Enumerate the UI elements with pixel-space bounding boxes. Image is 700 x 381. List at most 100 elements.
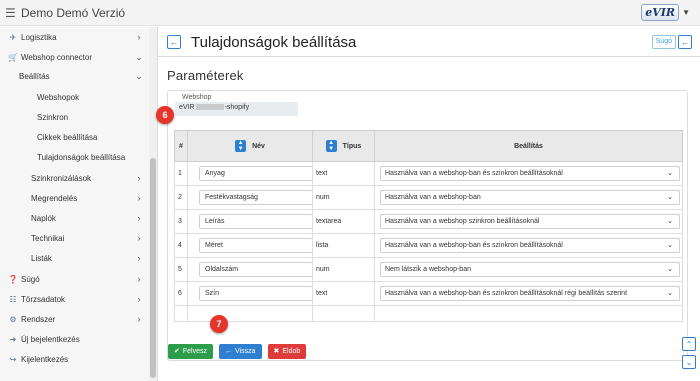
cart-icon: 🛒 xyxy=(8,52,18,62)
column-header-type[interactable]: ▲ ▼ Típus xyxy=(312,130,375,162)
sidebar-item-label: Naplók xyxy=(31,213,56,223)
sidebar-item-label: Cikkek beállítása xyxy=(37,132,98,142)
name-cell: Festékvastagság xyxy=(187,185,313,210)
name-input[interactable]: Szín xyxy=(199,286,313,301)
sidebar-item-rendszer[interactable]: ⚙ Rendszer › xyxy=(0,310,148,328)
sidebar-item-szinkron[interactable]: Szinkron xyxy=(0,108,148,126)
name-input[interactable]: Méret xyxy=(199,238,313,253)
database-icon: ☷ xyxy=(9,294,17,304)
scroll-up-button[interactable]: ⌃ xyxy=(682,337,696,351)
sidebar-item-label: Törzsadatok xyxy=(21,294,66,304)
column-header-setting: Beállítás xyxy=(374,130,683,162)
sidebar-item-label: Új bejelentkezés xyxy=(21,334,80,344)
back-button[interactable]: ← Vissza xyxy=(219,344,262,359)
sidebar-item-megrendeles[interactable]: Megrendelés › xyxy=(0,189,148,207)
sidebar-item-listak[interactable]: Listák › xyxy=(0,249,148,267)
page-title: Tulajdonságok beállítása xyxy=(191,34,357,51)
column-header-type-label: Típus xyxy=(342,142,362,150)
brand-menu[interactable]: eVIR ▼ xyxy=(641,4,690,21)
help-button[interactable]: Súgó xyxy=(651,35,676,49)
chevron-right-icon: › xyxy=(137,213,141,223)
sort-icon[interactable]: ▲ ▼ xyxy=(235,140,247,152)
webshop-value-suffix: -shopify xyxy=(224,104,250,111)
sidebar-item-cikkek-beallitasa[interactable]: Cikkek beállítása xyxy=(0,128,148,146)
sidebar-scroll-thumb[interactable] xyxy=(150,158,156,378)
setting-select-value: Használva van a webshop-ban és szinkron … xyxy=(385,290,628,297)
table-row: 2 Festékvastagság num Használva van a we… xyxy=(174,185,683,210)
row-index: 2 xyxy=(174,185,188,210)
sidebar-item-technikai[interactable]: Technikai › xyxy=(0,229,148,247)
setting-select[interactable]: Használva van a webshop-ban és szinkron … xyxy=(380,238,680,253)
save-button[interactable]: ✔ Felvesz xyxy=(168,344,213,359)
top-bar: ☰ Demo Demó Verzió eVIR ▼ xyxy=(0,0,700,26)
setting-select[interactable]: Nem látszik a webshop-ban ⌄ xyxy=(380,262,680,277)
name-cell: Szín xyxy=(187,281,313,306)
sidebar-item-label: Logisztika xyxy=(21,32,57,42)
row-index: 1 xyxy=(174,161,188,186)
sidebar-item-webshop-connector[interactable]: 🛒 Webshop connector ⌄ xyxy=(0,48,148,66)
chevron-right-icon: › xyxy=(137,294,141,304)
column-header-index: # xyxy=(174,130,188,162)
column-header-name[interactable]: ▲ ▼ Név xyxy=(187,130,313,162)
back-arrow-button[interactable]: ← xyxy=(167,35,181,49)
check-icon: ✔ xyxy=(174,348,180,355)
name-input[interactable]: Leírás xyxy=(199,214,313,229)
sidebar-item-webshopok[interactable]: Webshopok xyxy=(0,88,148,106)
sidebar-item-beallitas[interactable]: Beállítás ⌄ xyxy=(0,67,148,85)
sidebar-item-sugo[interactable]: ❓ Súgó › xyxy=(0,270,148,288)
name-cell: Méret xyxy=(187,233,313,258)
discard-button-label: Eldob xyxy=(282,348,301,355)
table-row: 5 Oldalszám num Nem látszik a webshop-ba… xyxy=(174,257,683,282)
sidebar-item-label: Kijelentkezés xyxy=(21,354,69,364)
sidebar-item-naplok[interactable]: Naplók › xyxy=(0,209,148,227)
sort-icon[interactable]: ▲ ▼ xyxy=(325,140,337,152)
name-input[interactable]: Anyag xyxy=(199,166,313,181)
type-cell: text xyxy=(312,161,375,186)
setting-select[interactable]: Használva van a webshop-ban és szinkron … xyxy=(380,286,680,301)
sidebar-item-szinkronizalasok[interactable]: Szinkronizálások › xyxy=(0,169,148,187)
empty-cell xyxy=(187,305,313,322)
table-row: 3 Leírás textarea Használva van a websho… xyxy=(174,209,683,234)
chevron-down-icon: ⌄ xyxy=(667,290,673,297)
webshop-value-prefix: eVIR xyxy=(179,104,195,111)
back-arrow-button-right[interactable]: ← xyxy=(678,35,692,49)
sidebar-item-label: Webshopok xyxy=(37,92,80,102)
sign-in-icon: ➜ xyxy=(9,334,17,344)
chevron-up-icon: ⌃ xyxy=(685,339,693,349)
row-index: 4 xyxy=(174,233,188,258)
setting-select-value: Használva van a webshop szinkron beállít… xyxy=(385,218,540,225)
name-input[interactable]: Oldalszám xyxy=(199,262,313,277)
webshop-label: Webshop xyxy=(182,94,212,101)
sidebar-item-torzsadatok[interactable]: ☷ Törzsadatok › xyxy=(0,290,148,308)
row-index: 5 xyxy=(174,257,188,282)
setting-cell: Használva van a webshop-ban ⌄ xyxy=(374,185,683,210)
truck-icon: ✈ xyxy=(9,32,17,42)
chevron-down-icon: ⌄ xyxy=(667,242,673,249)
setting-select[interactable]: Használva van a webshop szinkron beállít… xyxy=(380,214,680,229)
setting-select[interactable]: Használva van a webshop-ban és szinkron … xyxy=(380,166,680,181)
name-input[interactable]: Festékvastagság xyxy=(199,190,313,205)
sidebar-item-kijelentkezes[interactable]: ↪ Kijelentkezés xyxy=(0,350,148,368)
column-header-name-label: Név xyxy=(252,142,265,150)
setting-select[interactable]: Használva van a webshop-ban ⌄ xyxy=(380,190,680,205)
chevron-down-icon: ⌄ xyxy=(667,218,673,225)
section-title: Paraméterek xyxy=(167,68,244,83)
action-buttons: ✔ Felvesz ← Vissza ✖ Eldob xyxy=(168,344,307,359)
setting-cell: Nem látszik a webshop-ban ⌄ xyxy=(374,257,683,282)
discard-button[interactable]: ✖ Eldob xyxy=(267,344,307,359)
caret-down-icon: ▼ xyxy=(682,8,690,17)
chevron-right-icon: › xyxy=(137,274,141,284)
table-row: 6 Szín text Használva van a webshop-ban … xyxy=(174,281,683,306)
sidebar-item-logisztika[interactable]: ✈ Logisztika › xyxy=(0,28,148,46)
scroll-down-button[interactable]: ⌄ xyxy=(682,355,696,369)
sidebar-item-uj-bejelentkezes[interactable]: ➜ Új bejelentkezés xyxy=(0,330,148,348)
sidebar-item-label: Súgó xyxy=(21,274,40,284)
chevron-down-icon: ⌄ xyxy=(135,51,143,62)
sidebar-item-label: Szinkronizálások xyxy=(31,173,92,183)
hamburger-icon[interactable]: ☰ xyxy=(5,6,16,20)
back-button-label: Vissza xyxy=(235,348,256,355)
sidebar: ✈ Logisztika › 🛒 Webshop connector ⌄ Beá… xyxy=(0,27,158,381)
sidebar-item-tulajdonsagok-beallitasa[interactable]: Tulajdonságok beállítása xyxy=(0,148,148,166)
sidebar-item-label: Tulajdonságok beállítása xyxy=(37,152,126,162)
sidebar-item-label: Szinkron xyxy=(37,112,69,122)
